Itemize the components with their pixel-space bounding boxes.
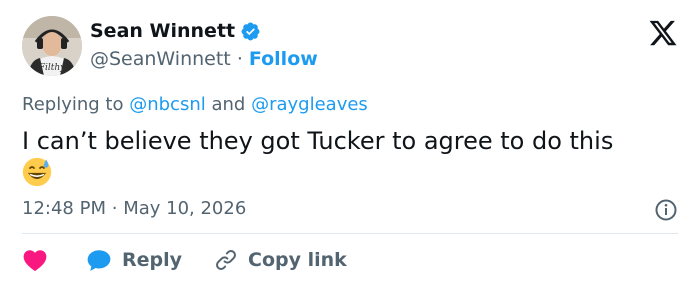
like-button[interactable] xyxy=(22,248,48,272)
tweet-embed-card: Filthy Sean Winnett @SeanWinnett · Follo… xyxy=(0,0,700,287)
reply-context: Replying to @nbcsnl and @raygleaves xyxy=(22,94,368,115)
divider xyxy=(22,233,678,234)
reply-prefix: Replying to xyxy=(22,94,124,115)
speech-bubble-icon xyxy=(86,248,112,272)
reply-button[interactable]: Reply xyxy=(86,248,182,272)
avatar[interactable]: Filthy xyxy=(22,16,82,76)
svg-text:Filthy: Filthy xyxy=(38,63,66,73)
reply-label: Reply xyxy=(122,249,183,271)
copy-link-button[interactable]: Copy link xyxy=(214,248,347,272)
reply-joiner: and xyxy=(211,94,246,115)
tweet-text: I can’t believe they got Tucker to agree… xyxy=(22,125,682,189)
follow-button[interactable]: Follow xyxy=(249,48,318,70)
x-logo-icon[interactable] xyxy=(648,18,678,48)
copy-link-label: Copy link xyxy=(248,249,347,271)
tweet-time: 12:48 PM xyxy=(22,198,106,219)
info-icon[interactable] xyxy=(654,198,678,222)
action-bar: Reply Copy link xyxy=(22,246,379,274)
separator-dot: · xyxy=(236,48,243,70)
tweet-date: May 10, 2026 xyxy=(123,198,247,219)
author-name[interactable]: Sean Winnett xyxy=(90,20,235,42)
grinning-face-with-sweat-icon xyxy=(22,157,52,187)
author-handle-row: @SeanWinnett · Follow xyxy=(90,48,318,70)
link-icon xyxy=(214,248,238,272)
heart-icon xyxy=(22,248,48,272)
verified-badge-icon xyxy=(240,21,261,42)
separator-dot: · xyxy=(111,198,118,219)
author-name-row: Sean Winnett xyxy=(90,20,261,42)
tweet-timestamp[interactable]: 12:48 PM · May 10, 2026 xyxy=(22,198,246,219)
mention-link[interactable]: @raygleaves xyxy=(251,94,368,115)
mention-link[interactable]: @nbcsnl xyxy=(129,94,206,115)
author-handle[interactable]: @SeanWinnett xyxy=(90,48,231,70)
tweet-body: I can’t believe they got Tucker to agree… xyxy=(22,127,614,155)
